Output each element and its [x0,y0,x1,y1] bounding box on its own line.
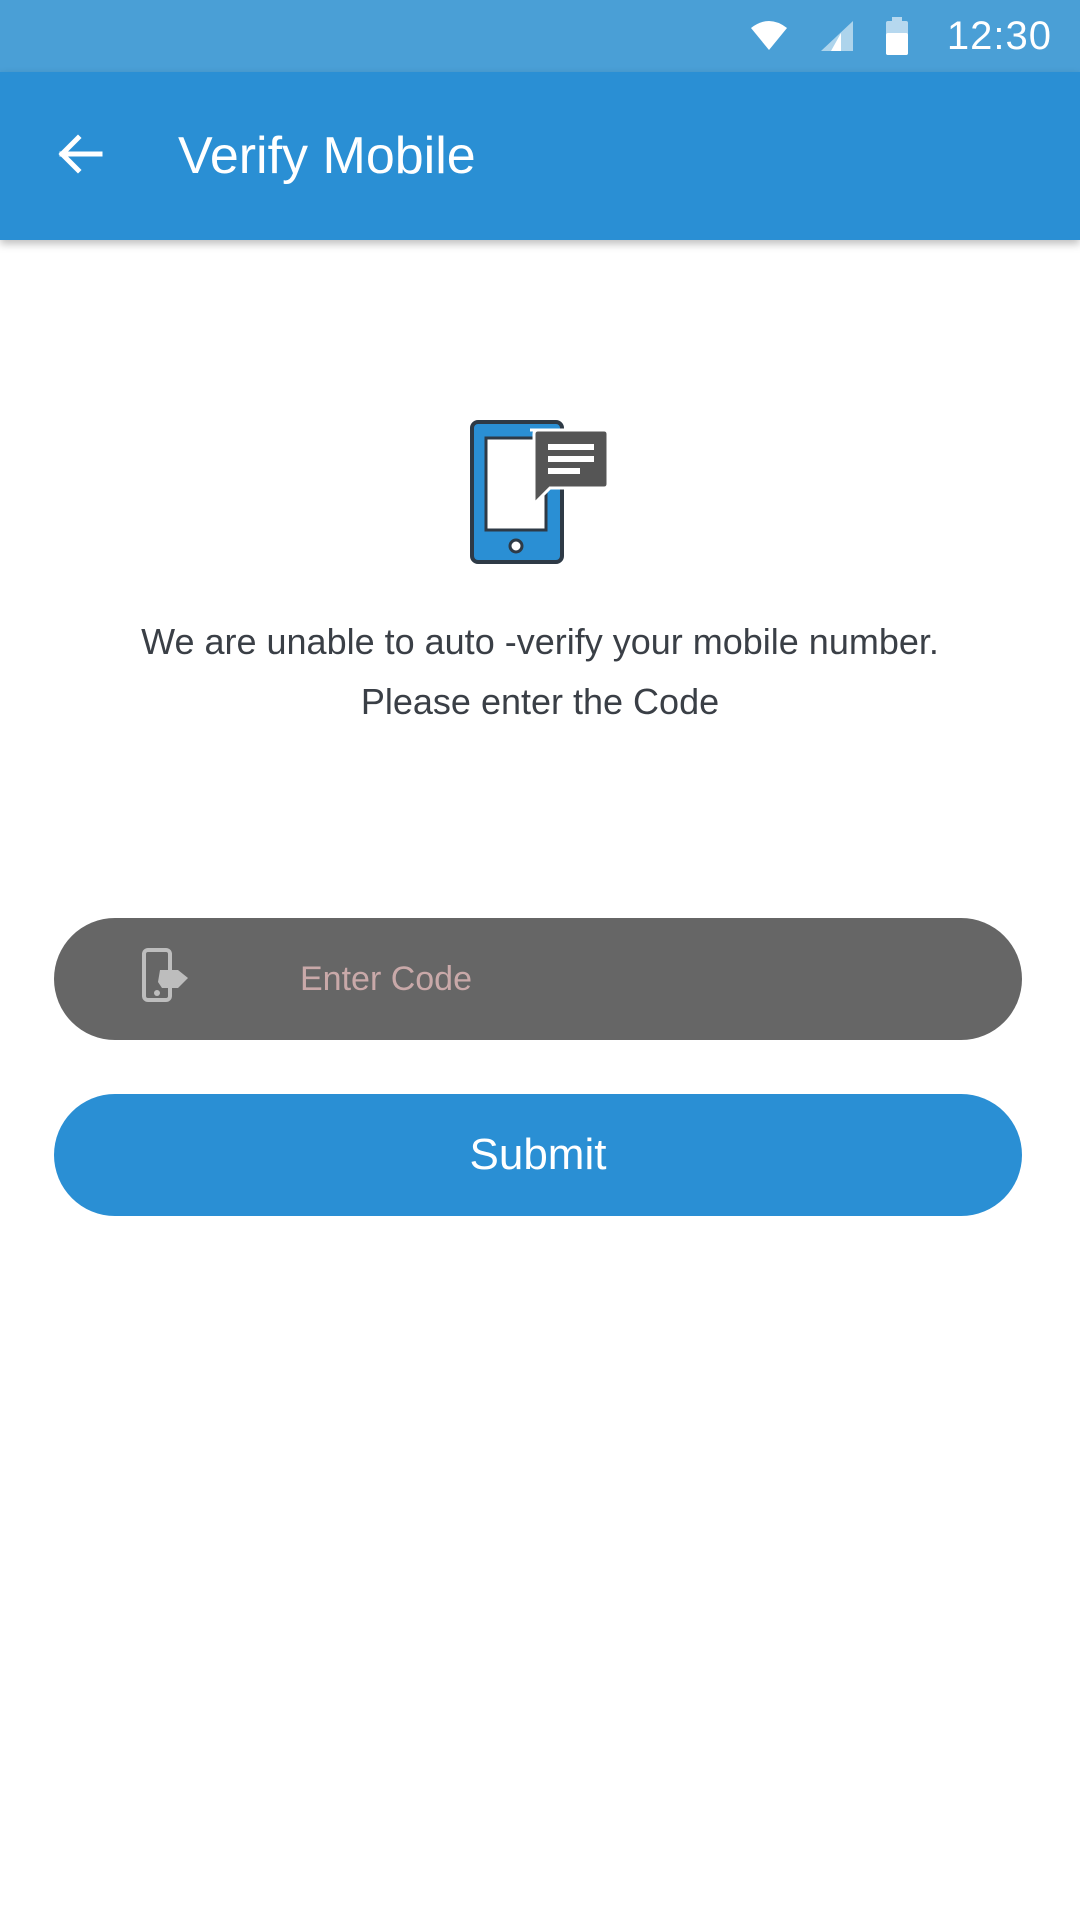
status-time: 12:30 [946,13,1052,58]
submit-button[interactable]: Submit [54,1094,1022,1216]
code-input[interactable] [246,918,966,1040]
message-line-2: Please enter the Code [360,681,720,722]
arrow-left-icon [56,132,104,181]
back-button[interactable] [40,116,120,196]
cell-signal-icon [819,19,855,53]
verify-mobile-screen: 12:30 Verify Mobile We are unable to aut… [0,0,1080,1920]
message-line-1: We are unable to auto -verify your mobil… [141,621,939,662]
battery-icon [885,17,909,55]
code-field[interactable] [54,918,1022,1040]
page-title: Verify Mobile [178,127,476,185]
status-bar: 12:30 [0,0,1080,72]
phone-tap-icon [138,948,198,1008]
verification-message: We are unable to auto -verify your mobil… [60,612,1020,732]
wifi-icon [749,20,789,52]
app-bar: Verify Mobile [0,72,1080,240]
phone-message-icon [468,418,612,566]
status-icons: 12:30 [749,0,1052,72]
